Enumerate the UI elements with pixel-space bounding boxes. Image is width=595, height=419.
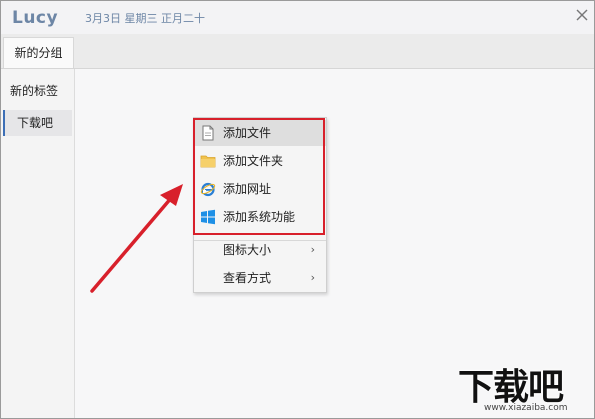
menu-item-label: 查看方式 (223, 271, 272, 285)
file-icon (202, 125, 214, 141)
close-icon[interactable] (573, 6, 591, 24)
menu-item-add-folder[interactable]: 添加文件夹 (194, 148, 326, 174)
menu-item-label: 添加网址 (223, 182, 272, 196)
watermark-logo: 下载吧 www.xiazaiba.com (458, 358, 595, 419)
windows-icon (201, 209, 215, 225)
date-text: 3月3日 星期三 正月二十 (85, 12, 205, 25)
tab-bar: 新的分组 (1, 34, 594, 69)
menu-item-add-file[interactable]: 添加文件 (194, 120, 326, 146)
menu-item-icon-size[interactable]: 图标大小 › (194, 237, 326, 263)
tab-group[interactable]: 新的分组 (3, 37, 74, 68)
chevron-right-icon: › (310, 243, 315, 256)
sidebar-item-new-tag[interactable]: 新的标签 (3, 78, 72, 104)
menu-item-label: 添加文件夹 (223, 154, 284, 168)
ie-browser-icon (200, 182, 216, 197)
menu-item-label: 图标大小 (223, 243, 272, 257)
menu-item-label: 添加系统功能 (223, 210, 296, 224)
folder-icon (200, 155, 216, 168)
menu-item-label: 添加文件 (223, 126, 272, 140)
title-bar: Lucy 3月3日 星期三 正月二十 (1, 1, 594, 34)
context-menu: 添加文件 添加文件夹 添加网址 添加系统功能 图标大小 › 查看方式 › (193, 117, 327, 293)
sidebar: 新的标签 下载吧 (1, 69, 75, 418)
sidebar-item-xiazaiba[interactable]: 下载吧 (3, 110, 72, 136)
app-name: Lucy (12, 8, 59, 28)
menu-item-view-mode[interactable]: 查看方式 › (194, 265, 326, 291)
chevron-right-icon: › (310, 271, 315, 284)
menu-item-add-system-function[interactable]: 添加系统功能 (194, 204, 326, 230)
menu-item-add-url[interactable]: 添加网址 (194, 176, 326, 202)
watermark-url: www.xiazaiba.com (484, 403, 568, 413)
